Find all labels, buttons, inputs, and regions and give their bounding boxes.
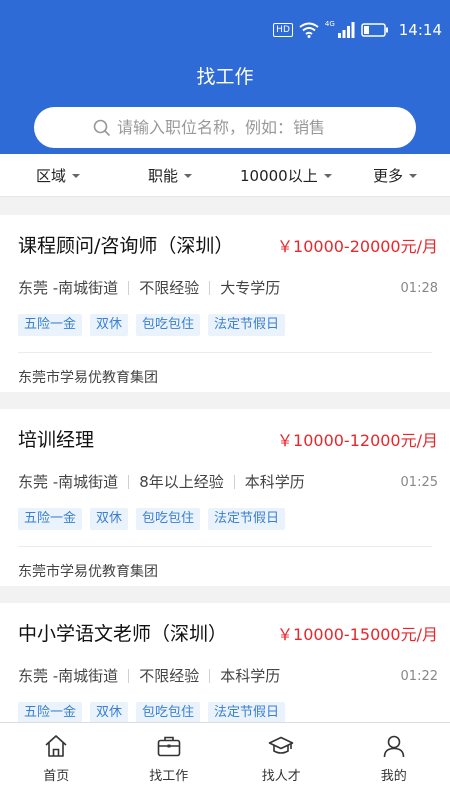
search-input[interactable] — [117, 118, 357, 137]
job-experience: 不限经验 — [139, 667, 200, 685]
meta-separator — [128, 474, 130, 489]
card-divider — [18, 352, 432, 353]
filter-more[interactable]: 更多 — [373, 154, 418, 197]
job-title: 课程顾问/咨询师（深圳） — [18, 235, 234, 257]
tab-mine[interactable]: 我的 — [338, 723, 450, 800]
job-salary: ￥10000-15000元/月 — [277, 625, 438, 644]
hd-badge: HD — [273, 23, 293, 37]
filter-more-label: 更多 — [373, 167, 404, 185]
job-tag: 包吃包住 — [136, 702, 201, 724]
status-icons: HD 4G 14:14 — [273, 20, 442, 40]
company-name[interactable]: 东莞市学易优教育集团 — [18, 367, 158, 387]
job-title: 培训经理 — [18, 429, 95, 451]
job-tag: 法定节假日 — [208, 508, 286, 530]
bottom-tab-bar: 首页 找工作 找人才 我的 — [0, 722, 450, 800]
signal-icon — [337, 22, 355, 38]
filter-function[interactable]: 职能 — [148, 154, 193, 197]
filter-salary-label: 10000以上 — [240, 167, 318, 185]
home-icon — [45, 735, 67, 757]
job-tag: 双休 — [90, 508, 129, 530]
search-icon — [93, 119, 111, 136]
caret-down-icon — [323, 173, 332, 178]
filter-bar: 区域 职能 10000以上 更多 — [0, 154, 450, 197]
caret-down-icon — [409, 173, 418, 178]
meta-separator — [209, 280, 211, 295]
job-location: 东莞 -南城街道 — [18, 667, 119, 685]
user-icon — [383, 735, 405, 758]
status-time: 14:14 — [398, 21, 442, 39]
job-tags: 五险一金 双休 包吃包住 法定节假日 — [18, 508, 286, 530]
battery-icon — [361, 23, 388, 37]
tab-mine-label: 我的 — [380, 769, 407, 784]
search-box[interactable] — [34, 107, 416, 148]
job-meta: 东莞 -南城街道 不限经验 大专学历 — [18, 277, 280, 298]
tab-find-talent[interactable]: 找人才 — [225, 723, 338, 800]
graduation-cap-icon — [268, 736, 294, 754]
tab-find-talent-label: 找人才 — [261, 769, 301, 784]
job-location: 东莞 -南城街道 — [18, 473, 119, 491]
meta-separator — [209, 668, 211, 683]
job-card[interactable]: 培训经理 ￥10000-12000元/月 东莞 -南城街道 8年以上经验 本科学… — [0, 409, 450, 586]
job-tag: 双休 — [90, 314, 129, 336]
job-time: 01:25 — [400, 475, 438, 490]
caret-down-icon — [184, 173, 193, 178]
job-tag: 包吃包住 — [136, 508, 201, 530]
tab-home-label: 首页 — [43, 769, 70, 784]
job-tag: 双休 — [90, 702, 129, 724]
job-education: 本科学历 — [244, 473, 305, 491]
meta-separator — [128, 668, 130, 683]
briefcase-icon — [157, 736, 181, 757]
job-salary: ￥10000-12000元/月 — [277, 431, 438, 450]
job-tag: 五险一金 — [18, 508, 83, 530]
job-tag: 包吃包住 — [136, 314, 201, 336]
job-meta: 东莞 -南城街道 8年以上经验 本科学历 — [18, 471, 305, 492]
job-education: 大专学历 — [220, 279, 281, 297]
tab-find-job[interactable]: 找工作 — [113, 723, 226, 800]
wifi-icon — [299, 22, 319, 38]
company-name[interactable]: 东莞市学易优教育集团 — [18, 561, 158, 581]
filter-region[interactable]: 区域 — [36, 154, 81, 197]
job-tag: 五险一金 — [18, 314, 83, 336]
job-time: 01:28 — [400, 281, 438, 296]
job-card[interactable]: 课程顾问/咨询师（深圳） ￥10000-20000元/月 东莞 -南城街道 不限… — [0, 215, 450, 392]
filter-region-label: 区域 — [36, 167, 67, 185]
job-education: 本科学历 — [220, 667, 281, 685]
job-salary: ￥10000-20000元/月 — [277, 237, 438, 256]
header: HD 4G 14:14 找工作 — [0, 0, 450, 154]
job-tag: 五险一金 — [18, 702, 83, 724]
page-title: 找工作 — [196, 66, 254, 88]
filter-function-label: 职能 — [148, 167, 179, 185]
job-tags: 五险一金 双休 包吃包住 法定节假日 — [18, 314, 286, 336]
meta-separator — [233, 474, 235, 489]
job-location: 东莞 -南城街道 — [18, 279, 119, 297]
meta-separator — [128, 280, 130, 295]
job-tag: 法定节假日 — [208, 702, 286, 724]
filter-salary[interactable]: 10000以上 — [240, 154, 332, 197]
status-bar: HD 4G 14:14 — [0, 0, 450, 60]
caret-down-icon — [72, 173, 81, 178]
job-title: 中小学语文老师（深圳） — [18, 623, 228, 645]
job-tag: 法定节假日 — [208, 314, 286, 336]
tab-find-job-label: 找工作 — [149, 769, 189, 784]
job-time: 01:22 — [400, 669, 438, 684]
job-tags: 五险一金 双休 包吃包住 法定节假日 — [18, 702, 286, 724]
tab-home[interactable]: 首页 — [0, 723, 113, 800]
card-divider — [18, 546, 432, 547]
job-experience: 不限经验 — [139, 279, 200, 297]
job-meta: 东莞 -南城街道 不限经验 本科学历 — [18, 665, 280, 686]
network-type: 4G — [324, 20, 335, 28]
job-experience: 8年以上经验 — [139, 473, 224, 491]
